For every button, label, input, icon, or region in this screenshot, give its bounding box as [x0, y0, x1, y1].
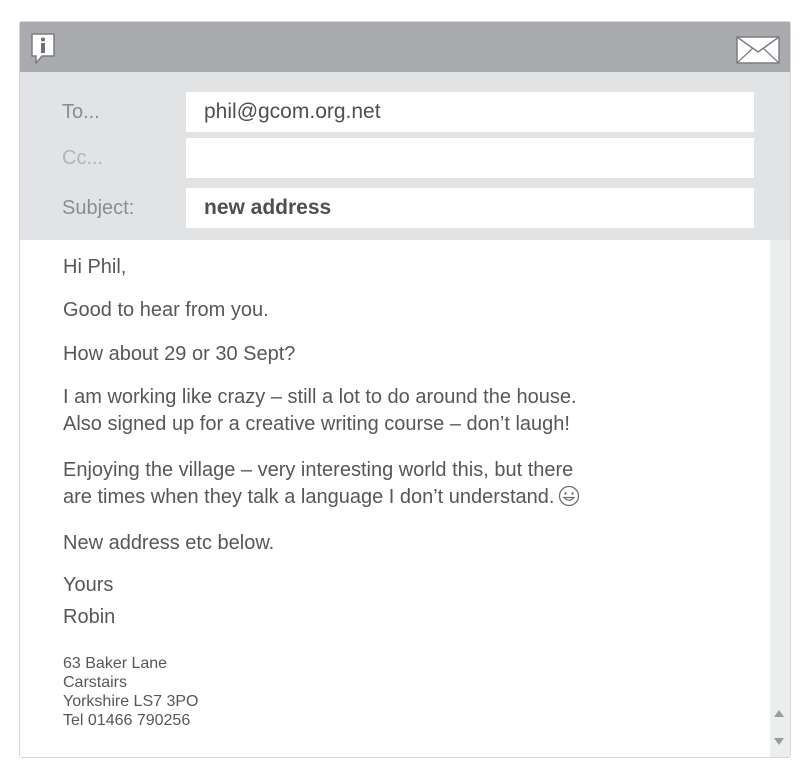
email-window: To... phil@gcom.org.net Cc... Subject: n…	[20, 22, 790, 757]
body-line: How about 29 or 30 Sept?	[63, 343, 296, 365]
subject-row: Subject: new address	[20, 188, 790, 228]
body-line: I am working like crazy – still a lot to…	[63, 386, 577, 408]
body-line: Good to hear from you.	[63, 299, 269, 321]
address-line: Yorkshire LS7 3PO	[63, 693, 199, 710]
to-field[interactable]: phil@gcom.org.net	[186, 92, 754, 132]
message-body[interactable]: Hi Phil, Good to hear from you. How abou…	[20, 240, 770, 757]
info-icon[interactable]	[30, 32, 58, 66]
title-bar	[20, 22, 790, 72]
body-line: Enjoying the village – very interesting …	[63, 459, 574, 481]
address-line: 63 Baker Lane	[63, 655, 168, 672]
body-line: Also signed up for a creative writing co…	[63, 413, 570, 435]
body-line: are times when they talk a language I do…	[63, 486, 555, 508]
scrollbar[interactable]	[770, 240, 790, 757]
signature: Robin	[63, 606, 116, 628]
cc-field[interactable]	[186, 138, 754, 178]
envelope-icon[interactable]	[736, 36, 780, 64]
to-row: To... phil@gcom.org.net	[20, 92, 790, 132]
body-line: New address etc below.	[63, 532, 275, 554]
greeting: Hi Phil,	[63, 256, 127, 278]
subject-label: Subject:	[62, 197, 135, 219]
smiley-icon	[558, 485, 580, 515]
address-line: Carstairs	[63, 674, 128, 691]
cc-label[interactable]: Cc...	[62, 138, 103, 178]
scroll-down-arrow-icon[interactable]	[774, 738, 784, 745]
to-label[interactable]: To...	[62, 92, 100, 132]
closing: Yours	[63, 574, 114, 596]
subject-field[interactable]: new address	[186, 188, 754, 228]
cc-row: Cc...	[20, 138, 790, 178]
body-line-with-smiley: are times when they talk a language I do…	[63, 484, 580, 515]
scroll-up-arrow-icon[interactable]	[774, 710, 784, 717]
address-block: 63 Baker Lane Carstairs Yorkshire LS7 3P…	[63, 654, 198, 730]
phone-line: Tel 01466 790256	[63, 712, 191, 729]
